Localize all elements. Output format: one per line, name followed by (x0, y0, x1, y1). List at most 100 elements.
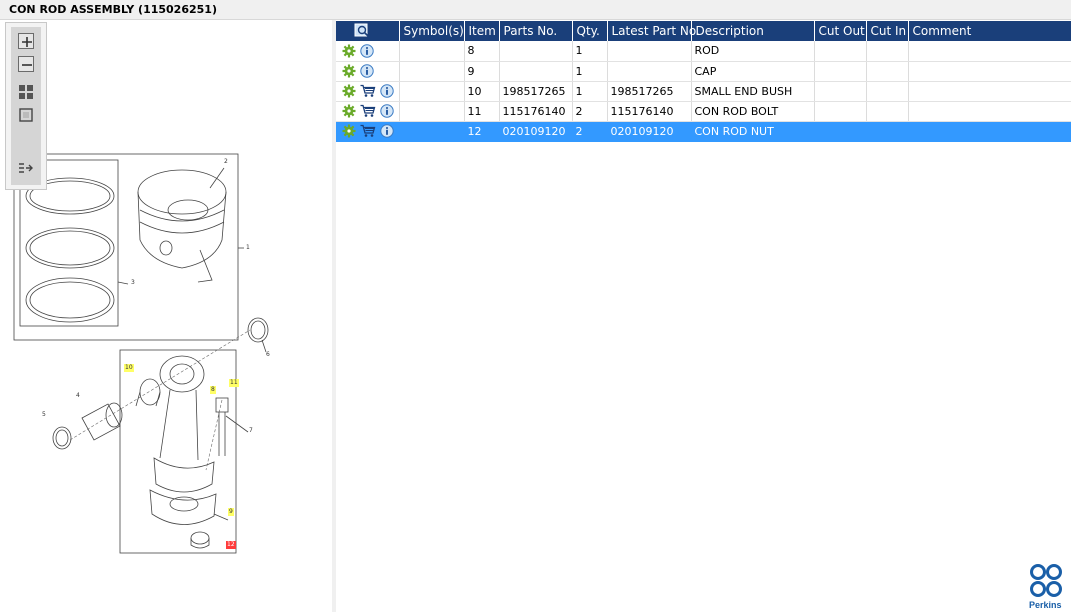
description-cell: CON ROD NUT (691, 121, 815, 142)
comment-cell (908, 81, 1071, 102)
latest-part-no-cell: 115176140 (607, 101, 692, 122)
symbols-cell (399, 81, 465, 102)
item-cell: 11 (464, 101, 500, 122)
settings-gear-icon[interactable] (342, 124, 356, 138)
table-row[interactable]: 8 1 ROD (336, 41, 1071, 62)
comment-cell (908, 61, 1071, 82)
callout-11[interactable]: 11 (229, 379, 239, 387)
settings-gear-icon[interactable] (342, 84, 356, 98)
symbols-cell (399, 41, 465, 62)
latest-part-no-cell (607, 61, 692, 82)
add-to-cart-icon[interactable] (360, 84, 376, 98)
assembly-title: CON ROD ASSEMBLY (115026251) (9, 3, 217, 16)
comment-cell (908, 101, 1071, 122)
column-header-item[interactable]: Item (464, 21, 500, 41)
latest-part-no-cell (607, 41, 692, 62)
table-row[interactable]: 10 198517265 1 198517265 SMALL END BUSH (336, 81, 1071, 102)
item-cell: 10 (464, 81, 500, 102)
cut-out-cell (814, 101, 867, 122)
table-row[interactable]: 9 1 CAP (336, 61, 1071, 82)
actual-size-icon[interactable] (18, 107, 34, 123)
qty-cell: 2 (572, 121, 608, 142)
row-actions-cell (336, 41, 400, 62)
add-to-cart-icon[interactable] (360, 124, 376, 138)
column-header-parts-no[interactable]: Parts No. (499, 21, 573, 41)
zoom-out-icon[interactable] (18, 56, 34, 72)
item-cell: 8 (464, 41, 500, 62)
column-header-qty[interactable]: Qty. (572, 21, 608, 41)
column-header-comment[interactable]: Comment (908, 21, 1071, 41)
fit-all-icon[interactable] (18, 84, 34, 100)
cut-out-cell (814, 41, 867, 62)
latest-part-no-cell: 198517265 (607, 81, 692, 102)
table-row[interactable]: 11 115176140 2 115176140 CON ROD BOLT (336, 101, 1071, 122)
qty-cell: 1 (572, 41, 608, 62)
latest-part-no-cell: 020109120 (607, 121, 692, 142)
callout-10[interactable]: 10 (124, 364, 134, 372)
row-actions-cell (336, 101, 400, 122)
item-cell: 12 (464, 121, 500, 142)
exploded-view-drawing[interactable] (0, 20, 332, 612)
description-cell: SMALL END BUSH (691, 81, 815, 102)
settings-gear-icon[interactable] (342, 104, 356, 118)
column-header-latest-part-no[interactable]: Latest Part No. (607, 21, 700, 41)
callout-4[interactable]: 4 (76, 393, 80, 399)
cut-out-cell (814, 61, 867, 82)
perkins-logo: Perkins (1028, 563, 1068, 611)
title-bar: CON ROD ASSEMBLY (115026251) (0, 0, 1071, 20)
parts-no-cell (499, 61, 573, 82)
cut-in-cell (866, 61, 909, 82)
item-cell: 9 (464, 61, 500, 82)
parts-table: Symbol(s) Item Parts No. Qty. Latest Par… (336, 21, 1071, 142)
info-icon[interactable] (360, 64, 374, 78)
settings-gear-icon[interactable] (342, 64, 356, 78)
settings-gear-icon[interactable] (342, 44, 356, 58)
cut-in-cell (866, 41, 909, 62)
callout-1[interactable]: 1 (246, 245, 250, 251)
symbols-cell (399, 61, 465, 82)
column-header-tools[interactable] (336, 21, 400, 41)
callout-3[interactable]: 3 (131, 280, 135, 286)
parts-no-cell: 115176140 (499, 101, 573, 122)
column-header-cut-in[interactable]: Cut In (866, 21, 909, 41)
symbols-cell (399, 101, 465, 122)
add-to-cart-icon[interactable] (360, 104, 376, 118)
row-actions-cell (336, 61, 400, 82)
column-header-cut-out[interactable]: Cut Out (814, 21, 867, 41)
row-actions-cell (336, 121, 400, 142)
comment-cell (908, 41, 1071, 62)
column-header-symbols[interactable]: Symbol(s) (399, 21, 465, 41)
callout-5[interactable]: 5 (42, 412, 46, 418)
callout-7[interactable]: 7 (249, 428, 253, 434)
callout-8[interactable]: 8 (210, 386, 216, 394)
callout-6[interactable]: 6 (266, 352, 270, 358)
cut-out-cell (814, 121, 867, 142)
qty-cell: 2 (572, 101, 608, 122)
info-icon[interactable] (380, 104, 394, 118)
parts-no-cell: 020109120 (499, 121, 573, 142)
qty-cell: 1 (572, 81, 608, 102)
table-header-row: Symbol(s) Item Parts No. Qty. Latest Par… (336, 21, 1071, 41)
table-row[interactable]: 12 020109120 2 020109120 CON ROD NUT (336, 121, 1071, 142)
symbols-cell (399, 121, 465, 142)
callout-2[interactable]: 2 (224, 159, 228, 165)
description-cell: CON ROD BOLT (691, 101, 815, 122)
column-header-description[interactable]: Description (691, 21, 815, 41)
comment-cell (908, 121, 1071, 142)
brand-name: Perkins (1029, 600, 1062, 610)
callout-12[interactable]: 12 (226, 541, 236, 549)
qty-cell: 1 (572, 61, 608, 82)
description-cell: CAP (691, 61, 815, 82)
cut-in-cell (866, 101, 909, 122)
toggle-pane-icon[interactable] (18, 161, 34, 177)
row-actions-cell (336, 81, 400, 102)
info-icon[interactable] (380, 124, 394, 138)
info-icon[interactable] (380, 84, 394, 98)
column-chooser-icon[interactable] (354, 23, 370, 37)
info-icon[interactable] (360, 44, 374, 58)
callout-9[interactable]: 9 (228, 508, 234, 516)
zoom-in-icon[interactable] (18, 33, 34, 49)
piston-group-box (13, 153, 239, 341)
cut-out-cell (814, 81, 867, 102)
parts-no-cell (499, 41, 573, 62)
